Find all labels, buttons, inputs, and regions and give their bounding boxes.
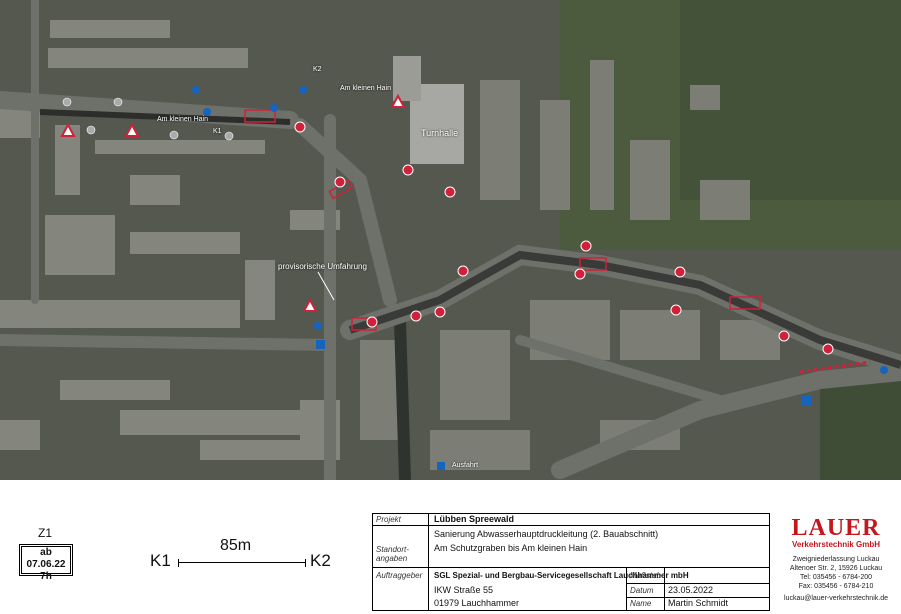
map-label-k2: K2 [313,66,322,73]
company-addr2: Altenoer Str. 2, 15926 Luckau [789,565,883,572]
date-box: ab 07.06.22 7h [19,544,73,582]
description-line1: Sanierung Abwasserhauptdruckleitung (2. … [434,529,659,539]
name-label: Name [630,599,652,608]
aerial-map: Turnhalle provisorische Umfahrung Am kle… [0,0,901,480]
company-logo-block: LAUER Verkehrstechnik GmbH Zweigniederla… [772,513,900,611]
auftraggeber-label: Auftraggeber [376,571,423,580]
map-label-k1: K1 [213,128,222,135]
map-label-turnhalle: Turnhalle [421,128,459,138]
scale-bar: K1 85m K2 [150,535,340,575]
map-label-bottom: Ausfahrt [452,462,479,469]
auftraggeber-line3: 01979 Lauchhammer [434,598,520,608]
auftraggeber-line2: IKW Straße 55 [434,585,494,595]
standort-label-2: angaben [376,554,408,563]
massstab-label: Maßstab [630,571,662,580]
standort-value: Am Schutzgraben bis Am kleinen Hain [434,543,588,553]
company-tel: Tel: 035456 - 6784-200 [800,574,872,581]
scale-length: 85m [220,537,252,554]
map-label-street-1: Am kleinen Hain [157,116,208,123]
scale-line [178,559,306,567]
map-graphic [0,0,901,480]
date-box-line1: ab 07.06.22 [26,547,66,570]
standort-label-1: Standort- [376,545,409,554]
date-box-line2: 7h [40,571,52,582]
projekt-label: Projekt [376,515,401,524]
company-subtitle: Verkehrstechnik GmbH [791,540,881,549]
sign-z1-label: Z1 [38,526,53,540]
name-value: Martin Schmidt [668,598,729,608]
map-label-street-2: Am kleinen Hain [340,85,391,92]
scale-k1: K1 [150,551,171,570]
company-fax: Fax: 035456 - 6784-210 [798,583,874,590]
title-grid: Projekt Lübben Spreewald Sanierung Abwas… [372,513,770,611]
company-mail[interactable]: luckau@lauer-verkehrstechnik.de [772,594,900,603]
projekt-value: Lübben Spreewald [434,514,515,524]
datum-label: Datum [630,586,654,595]
company-addr1: Zweigniederlassung Luckau [792,556,880,563]
scale-k2: K2 [310,551,331,570]
company-logo: LAUER [791,515,881,541]
map-label-umfahrung: provisorische Umfahrung [278,262,367,271]
datum-value: 23.05.2022 [668,585,714,595]
